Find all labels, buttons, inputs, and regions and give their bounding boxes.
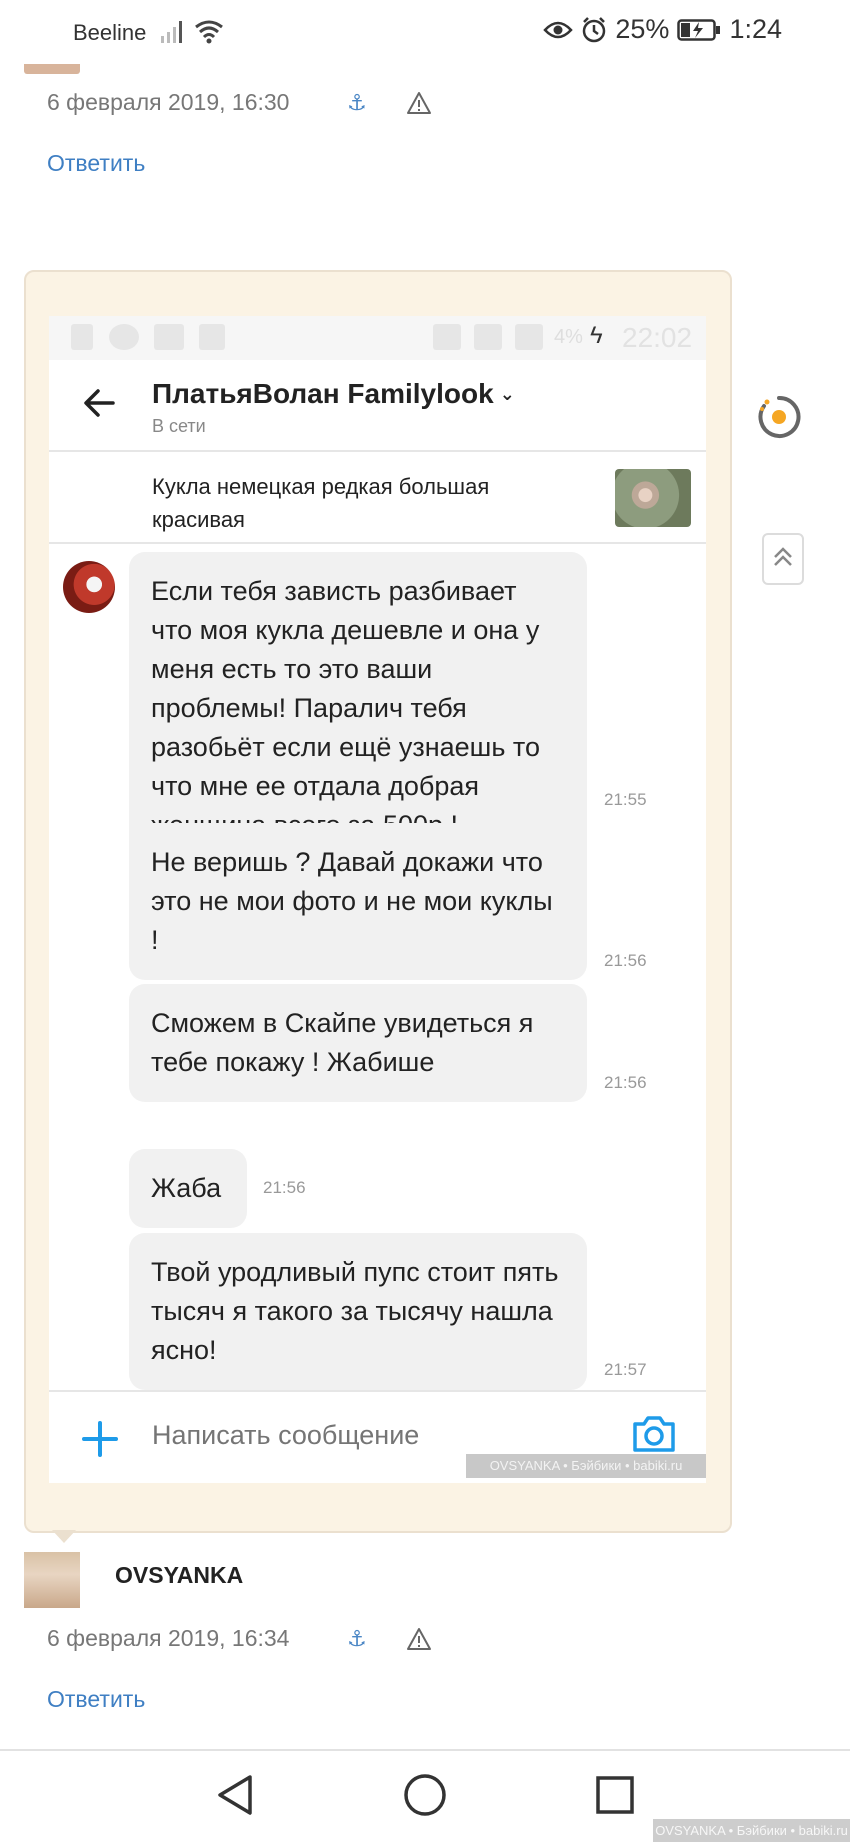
screenshot-watermark: OVSYANKA • Бэйбики • babiki.ru — [466, 1454, 706, 1478]
warning-icon[interactable] — [399, 1627, 439, 1651]
nav-home-icon[interactable] — [403, 1773, 447, 1817]
corner-watermark: OVSYANKA • Бэйбики • babiki.ru — [653, 1819, 850, 1842]
reply-link[interactable]: Ответить — [47, 1686, 145, 1713]
message-input[interactable] — [152, 1420, 552, 1451]
comment-author[interactable]: OVSYANKA — [115, 1562, 243, 1589]
online-status: В сети — [152, 416, 206, 436]
plus-icon[interactable] — [81, 1420, 119, 1458]
chat-title-text: ПлатьяВолан Familylook — [152, 378, 494, 409]
chat-header: ПлатьяВолан Familylook ⌄ В сети — [49, 360, 706, 452]
message-text: Твой уродливый пупс стоит пять тысяч я т… — [151, 1257, 559, 1365]
wifi-icon — [474, 324, 502, 350]
chat-title[interactable]: ПлатьяВолан Familylook ⌄ — [152, 378, 515, 410]
wifi-icon — [195, 20, 223, 44]
author-avatar[interactable] — [24, 1552, 80, 1608]
warning-icon[interactable] — [399, 91, 439, 115]
message-text: Если тебя зависть разбивает что моя кукл… — [151, 576, 540, 840]
message-text: Сможем в Скайпе увидеться я тебе покажу … — [151, 1008, 534, 1077]
message-bubble: Не веришь ? Давай докажи что это не мои … — [129, 823, 587, 980]
message-text: Жаба — [151, 1173, 222, 1203]
alarm-icon — [583, 16, 606, 42]
camera-icon[interactable] — [631, 1414, 677, 1454]
previous-avatar — [24, 64, 80, 74]
battery-percent: 25% — [615, 14, 670, 44]
app-icon — [109, 324, 139, 350]
back-arrow-icon[interactable] — [83, 388, 115, 418]
sender-avatar[interactable] — [63, 561, 115, 613]
message-bubble: Жаба — [129, 1149, 247, 1228]
message-time: 21:55 — [604, 790, 647, 809]
message-time: 21:57 — [604, 1360, 647, 1379]
message-bubble: Твой уродливый пупс стоит пять тысяч я т… — [129, 1233, 587, 1390]
comment-date: 6 февраля 2019, 16:30 — [47, 89, 290, 115]
sim-icon — [154, 324, 184, 350]
comment-date: 6 февраля 2019, 16:34 — [47, 1625, 290, 1651]
message-text: Не веришь ? Давай докажи что это не мои … — [151, 847, 553, 955]
loader-icon[interactable] — [756, 394, 802, 440]
message-time: 21:56 — [263, 1178, 306, 1197]
scroll-up-button[interactable] — [762, 533, 804, 585]
anchor-icon[interactable]: ⚓ — [315, 1626, 399, 1652]
screenshot-battery: 4% — [554, 326, 583, 348]
screenshot-clock: 22:02 — [622, 322, 693, 353]
message-bubble: Если тебя зависть разбивает что моя кукл… — [129, 552, 587, 865]
carrier-name: Beeline — [73, 20, 147, 45]
charging-icon: ϟ — [590, 322, 603, 349]
comment-meta: 6 февраля 2019, 16:30 ⚓ — [47, 89, 439, 116]
mail-icon — [199, 324, 225, 350]
mute-icon — [433, 324, 461, 350]
listing-thumbnail[interactable] — [615, 469, 691, 527]
nav-divider — [0, 1749, 850, 1751]
eye-icon — [543, 21, 574, 38]
listing-bar[interactable]: Кукла немецкая редкая большая красивая — [49, 452, 706, 544]
status-bar: Beeline 25% 1:24 — [0, 0, 850, 70]
chevron-down-icon[interactable]: ⌄ — [500, 384, 515, 404]
scroll-up-icon — [774, 547, 792, 566]
battery-icon — [677, 18, 721, 41]
comment-meta: 6 февраля 2019, 16:34 ⚓ — [47, 1625, 439, 1652]
frame-tail — [52, 1530, 76, 1543]
signal-icon — [161, 21, 182, 43]
chat-screenshot: 4% ϟ 22:02 ПлатьяВолан Familylook ⌄ В сет… — [49, 316, 706, 1483]
screenshot-status-bar: 4% ϟ 22:02 — [49, 316, 706, 360]
gallery-icon — [71, 324, 93, 350]
message-time: 21:56 — [604, 1073, 647, 1092]
message-bubble: Сможем в Скайпе увидеться я тебе покажу … — [129, 984, 587, 1102]
nav-recents-icon[interactable] — [596, 1776, 634, 1814]
nav-back-icon[interactable] — [214, 1773, 256, 1817]
signal-icon — [515, 324, 543, 350]
message-time: 21:56 — [604, 951, 647, 970]
anchor-icon[interactable]: ⚓ — [315, 90, 399, 116]
reply-link[interactable]: Ответить — [47, 150, 145, 177]
clock: 1:24 — [729, 14, 782, 44]
listing-title: Кукла немецкая редкая большая красивая — [152, 474, 490, 532]
